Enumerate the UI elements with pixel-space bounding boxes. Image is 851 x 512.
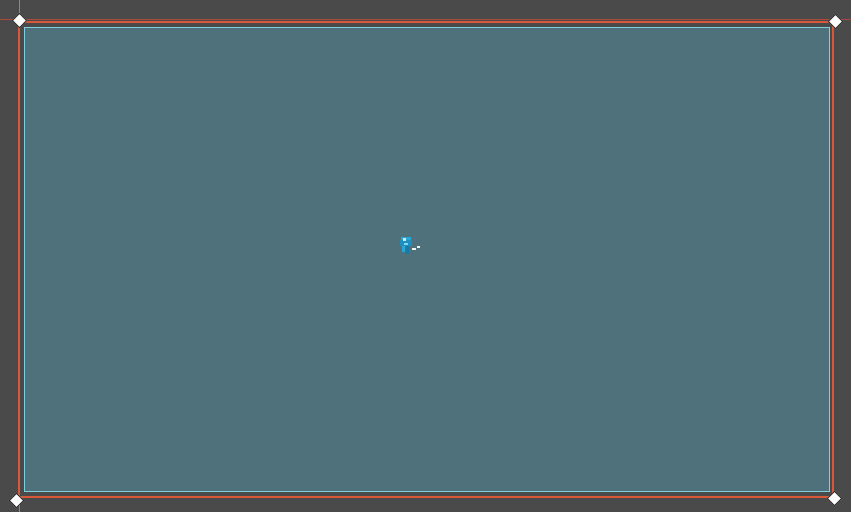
x-axis-guide xyxy=(0,19,851,20)
editor-viewport[interactable] xyxy=(0,0,851,512)
room-area[interactable] xyxy=(24,27,830,492)
player-sprite-icon[interactable] xyxy=(398,234,422,256)
